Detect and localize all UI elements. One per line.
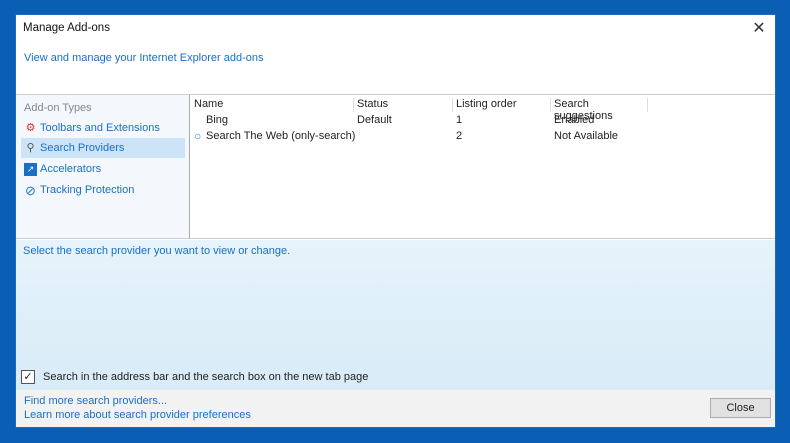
sidebar-item-label: Search Providers bbox=[40, 142, 125, 154]
accelerator-icon: ↗ bbox=[24, 162, 37, 176]
find-more-providers-link[interactable]: Find more search providers... bbox=[24, 395, 167, 407]
row-status: Default bbox=[357, 114, 392, 126]
sidebar-item-label: Accelerators bbox=[40, 163, 102, 175]
header-link: View and manage your Internet Explorer a… bbox=[24, 52, 264, 64]
footer: Find more search providers... Learn more… bbox=[16, 390, 775, 427]
row-name: Search The Web (only-search) bbox=[206, 130, 356, 142]
manage-addons-dialog: Manage Add-ons ✕ View and manage your In… bbox=[15, 14, 776, 428]
row-suggestions: Enabled bbox=[554, 114, 595, 126]
column-header-search-suggestions[interactable]: Search suggestions bbox=[551, 98, 648, 122]
close-window-icon[interactable]: ✕ bbox=[749, 19, 769, 39]
sidebar-item-toolbars[interactable]: ⚙ Toolbars and Extensions bbox=[21, 118, 185, 138]
close-button[interactable]: Close bbox=[710, 398, 771, 418]
addons-panel: Add-on Types ⚙ Toolbars and Extensions ⚲ S… bbox=[16, 94, 775, 239]
row-order: 1 bbox=[456, 114, 463, 126]
window-title: Manage Add-ons bbox=[23, 22, 110, 34]
sidebar-item-search-providers[interactable]: ⚲ Search Providers bbox=[21, 138, 185, 158]
details-pane: Select the search provider you want to v… bbox=[16, 240, 775, 390]
sidebar-item-label: Toolbars and Extensions bbox=[40, 122, 160, 134]
search-address-bar-checkbox[interactable]: ✓ bbox=[21, 370, 35, 384]
row-suggestions: Not Available bbox=[554, 130, 619, 142]
checkbox-label: Search in the address bar and the search… bbox=[43, 371, 369, 383]
sidebar-item-label: Tracking Protection bbox=[40, 184, 135, 196]
row-name: Bing bbox=[206, 114, 229, 126]
provider-circle-icon: ○ bbox=[194, 129, 202, 143]
sidebar-item-accelerators[interactable]: ↗ Accelerators bbox=[21, 159, 185, 179]
providers-table: Name Status Listing order Search suggest… bbox=[191, 95, 775, 238]
column-header-name[interactable]: Name bbox=[191, 98, 354, 112]
search-icon: ⚲ bbox=[26, 141, 35, 154]
column-header-listing-order[interactable]: Listing order bbox=[453, 98, 551, 112]
column-header-status[interactable]: Status bbox=[354, 98, 453, 112]
block-icon: ⊘ bbox=[25, 182, 36, 198]
gear-blocked-icon: ⚙ bbox=[25, 121, 36, 134]
learn-more-link[interactable]: Learn more about search provider prefere… bbox=[24, 409, 251, 421]
description-text: Select the search provider you want to v… bbox=[23, 245, 291, 257]
sidebar-item-tracking-protection[interactable]: ⊘ Tracking Protection bbox=[21, 180, 185, 200]
addon-types-sidebar: Add-on Types ⚙ Toolbars and Extensions ⚲ S… bbox=[16, 95, 190, 238]
sidebar-heading: Add-on Types bbox=[24, 102, 92, 114]
row-order: 2 bbox=[456, 130, 463, 142]
